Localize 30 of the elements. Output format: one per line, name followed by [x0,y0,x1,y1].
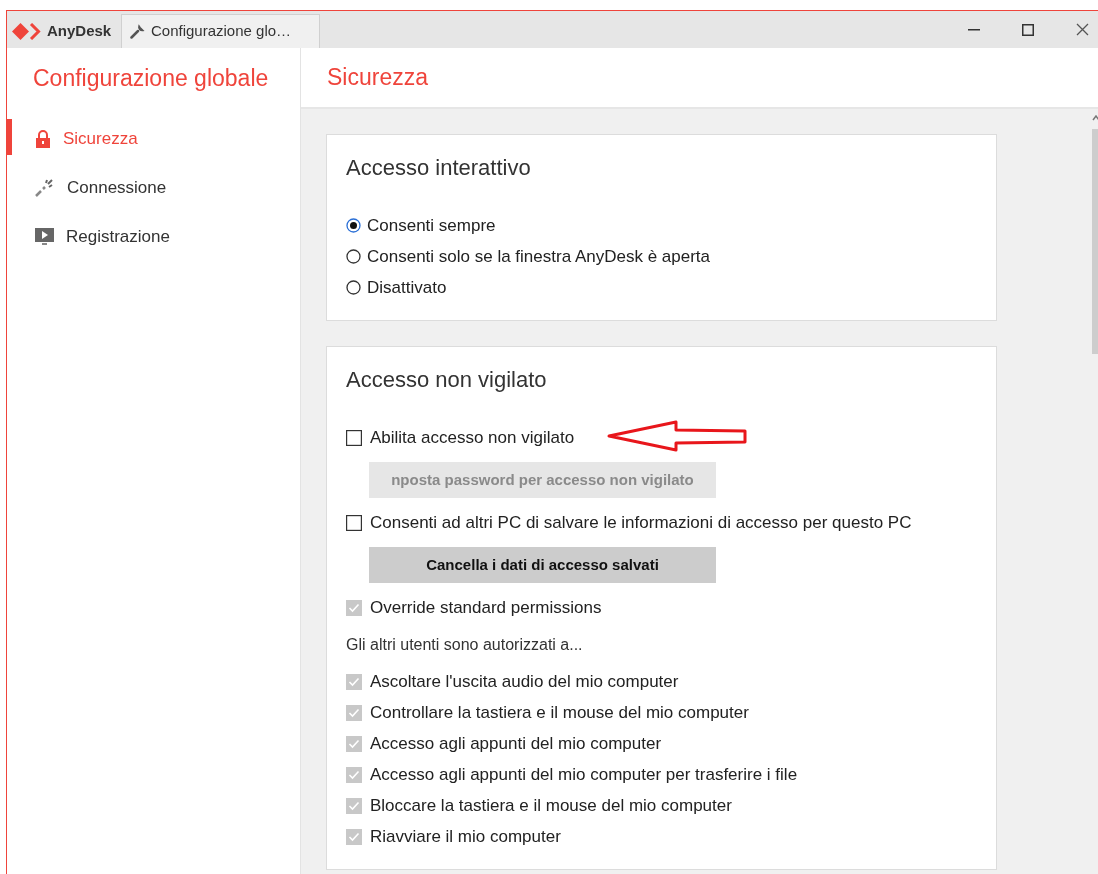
page-title: Sicurezza [327,63,428,93]
section-title: Accesso interattivo [346,155,532,181]
close-icon[interactable] [1076,23,1089,36]
radio-label[interactable]: Disattivato [367,274,447,301]
padlock-icon [35,129,51,148]
sidebar-item[interactable]: Connessione [7,163,300,212]
checkbox[interactable] [346,429,362,446]
radio-button[interactable] [346,218,361,233]
radio-button[interactable] [346,249,361,264]
maximize-icon[interactable] [1022,23,1034,36]
sidebar-title: Configurazione globale [32,64,270,94]
wrench-icon [130,24,145,39]
minimize-icon[interactable] [968,28,980,31]
sidebar-item[interactable]: Sicurezza [7,114,300,163]
window-tab[interactable]: Configurazione glo… [121,14,320,48]
radio-label[interactable]: Consenti sempre [367,212,496,239]
radio-label[interactable]: Consenti solo se la finestra AnyDesk è aperta [367,243,711,270]
sidebar-item[interactable]: Registrazione [7,212,300,261]
section-title: Accesso non vigilato [346,367,548,393]
checkbox-label[interactable]: Abilita accesso non vigilato [370,424,575,451]
checkbox-label[interactable]: Consenti ad altri PC di salvare le informazioni di accesso per questo PC [370,509,912,536]
scroll-up-icon[interactable] [1092,115,1098,121]
diamond-logo-icon [12,22,41,40]
checkbox[interactable] [346,514,362,531]
action-button[interactable]: Cancella i dati di accesso salvati [369,547,716,583]
scrollbar-thumb[interactable] [1092,129,1098,354]
play-screen-icon [35,227,54,246]
section-text: Gli altri utenti sono autorizzati a... [346,634,583,655]
plug-icon [35,178,55,197]
radio-button[interactable] [346,280,361,295]
